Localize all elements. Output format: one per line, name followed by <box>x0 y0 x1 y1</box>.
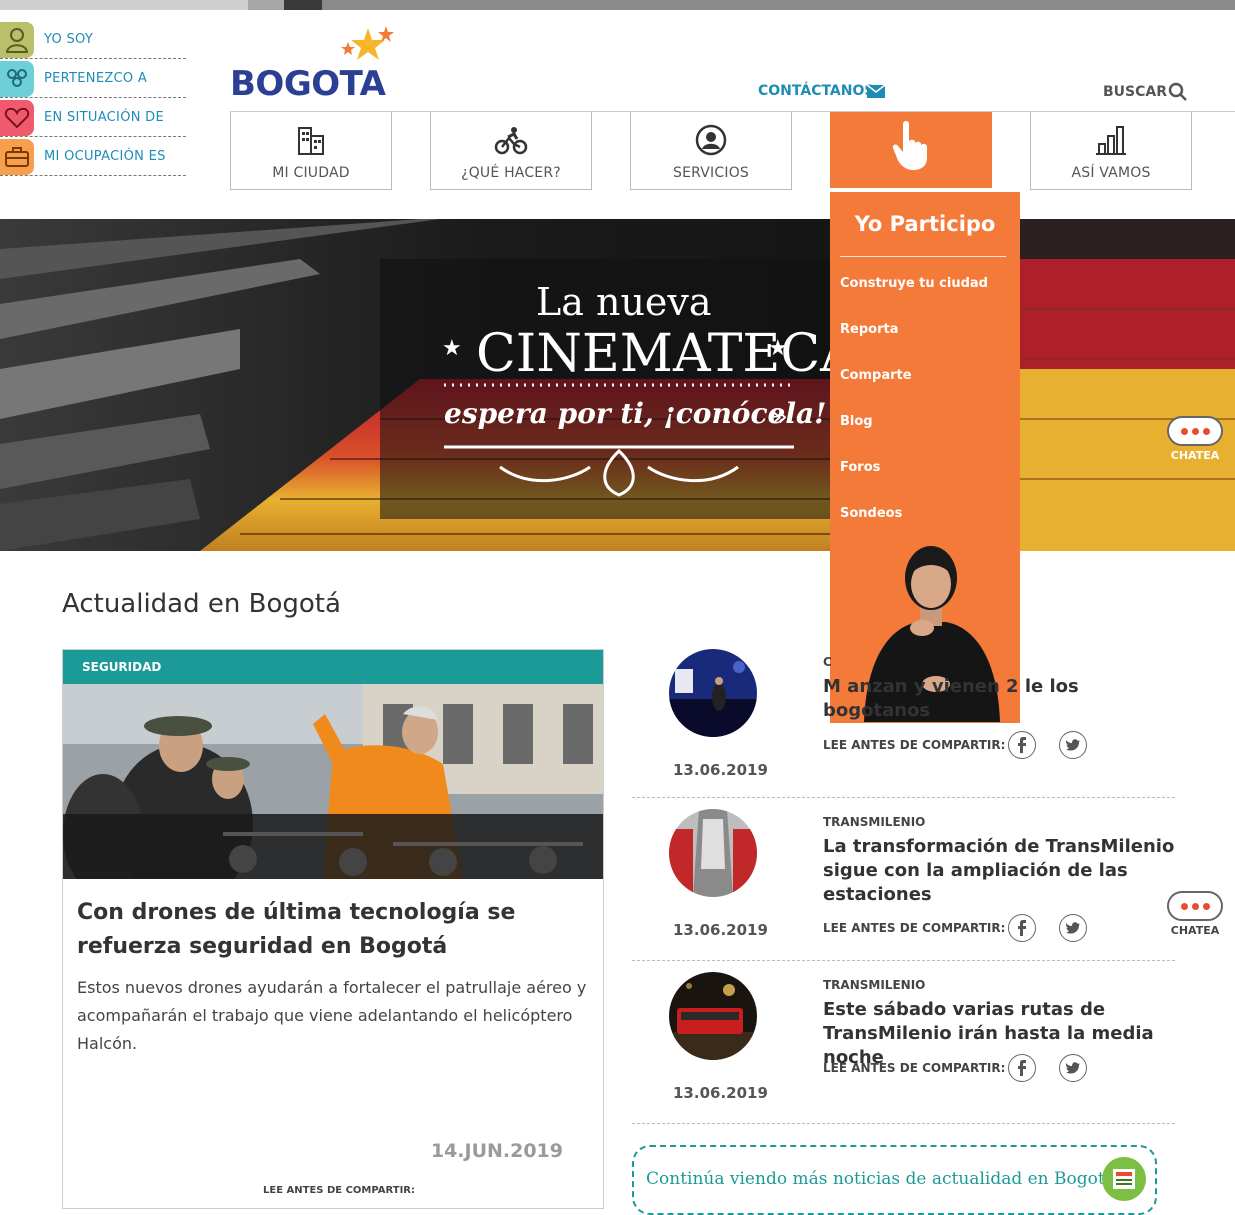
hero-line3: espera por ti, ¡conócela! <box>444 397 826 430</box>
hand-pointer-icon <box>831 120 991 170</box>
top-strip-segment <box>284 0 322 10</box>
nav-asi-vamos[interactable]: ASÍ VAMOS <box>1030 112 1192 190</box>
top-strip-segment <box>248 0 284 10</box>
drones-photo[interactable] <box>63 684 603 879</box>
buildings-icon <box>231 124 391 156</box>
nav-servicios[interactable]: SERVICIOS <box>630 112 792 190</box>
news-thumbnail[interactable] <box>669 649 757 737</box>
contact-link[interactable]: CONTÁCTANOS <box>758 83 874 99</box>
yo-participo-dropdown: Yo Participo Construye tu ciudad Reporta… <box>830 192 1020 723</box>
dropdown-item[interactable]: Comparte <box>840 368 912 383</box>
top-strip <box>0 0 1235 10</box>
news-thumbnail[interactable] <box>669 972 757 1060</box>
featured-summary: Estos nuevos drones ayudarán a fortalece… <box>77 978 587 1053</box>
nav-mi-ciudad[interactable]: MI CIUDAD <box>230 112 392 190</box>
featured-title[interactable]: Con drones de última tecnología se refue… <box>77 896 587 964</box>
share-label: LEE ANTES DE COMPARTIR: <box>263 1185 416 1196</box>
share-label: LEE ANTES DE COMPARTIR: <box>823 921 1006 935</box>
hero-line1: La nueva <box>536 280 712 324</box>
profile-label: PERTENEZCO A <box>44 71 148 86</box>
profile-label: MI OCUPACIÓN ES <box>44 149 166 164</box>
nav-que-hacer[interactable]: ¿QUÉ HACER? <box>430 112 592 190</box>
person-circle-icon <box>631 124 791 156</box>
news-divider <box>632 960 1175 961</box>
cinemateca-banner-image: La nueva CINEMATECA ★ ★ espera por ti, ¡… <box>0 219 1235 551</box>
dropdown-title: Yo Participo <box>854 212 996 236</box>
profile-link-yo-soy[interactable]: YO SOY <box>0 21 186 59</box>
mail-icon[interactable] <box>866 82 886 99</box>
svg-text:★: ★ <box>768 336 788 361</box>
news-title[interactable]: La transformación de TransMilenio sigue … <box>823 835 1175 907</box>
svg-text:»: » <box>772 402 788 432</box>
nav-label: ¿QUÉ HACER? <box>461 165 561 181</box>
chat-bubble-icon <box>1167 891 1223 921</box>
chat-bubble-icon <box>1167 416 1223 446</box>
nav-label: ASÍ VAMOS <box>1071 165 1151 181</box>
dropdown-item[interactable]: Construye tu ciudad <box>840 276 988 291</box>
chat-widget[interactable]: CHATEA <box>1166 416 1224 462</box>
person-icon <box>0 22 34 58</box>
news-category: TRANSMILENIO <box>823 815 926 829</box>
svg-text:★: ★ <box>442 336 462 361</box>
bar-chart-icon <box>1031 124 1191 156</box>
profile-label: EN SITUACIÓN DE <box>44 110 165 125</box>
twitter-icon[interactable] <box>1059 731 1087 759</box>
news-date: 13.06.2019 <box>673 921 768 939</box>
bicycle-icon <box>431 124 591 156</box>
briefcase-icon <box>0 139 34 175</box>
newspaper-icon <box>1102 1157 1146 1201</box>
news-title[interactable]: M anzan y vienen 2 le los bogotanos <box>823 675 1175 723</box>
logo-wordmark: BOGOTA <box>230 64 386 104</box>
hero-banner[interactable]: La nueva CINEMATECA ★ ★ espera por ti, ¡… <box>0 219 1235 551</box>
share-label: LEE ANTES DE COMPARTIR: <box>823 738 1006 752</box>
news-divider <box>632 797 1175 798</box>
profile-link-situacion[interactable]: EN SITUACIÓN DE <box>0 99 186 137</box>
featured-date: 14.JUN.2019 <box>430 1140 563 1162</box>
profile-label: YO SOY <box>44 32 94 47</box>
category-badge[interactable]: SEGURIDAD <box>63 650 603 684</box>
group-icon <box>0 61 34 97</box>
more-news-link[interactable]: Continúa viendo más noticias de actualid… <box>632 1145 1157 1215</box>
dropdown-divider <box>840 256 1006 257</box>
chat-label: CHATEA <box>1170 449 1220 462</box>
facebook-icon[interactable] <box>1008 731 1036 759</box>
bogota-logo[interactable]: BOGOTA <box>228 26 398 110</box>
news-title[interactable]: Este sábado varias rutas de TransMilenio… <box>823 998 1175 1070</box>
section-title: Actualidad en Bogotá <box>62 589 341 619</box>
nav-label: MI CIUDAD <box>272 165 350 181</box>
featured-news-card[interactable]: SEGURIDAD Con drones de última tecnologí… <box>62 649 604 1209</box>
chat-label: CHATEA <box>1170 924 1220 937</box>
dropdown-item[interactable]: Reporta <box>840 322 898 337</box>
search-icon[interactable] <box>1168 82 1188 102</box>
nav-label: SERVICIOS <box>672 165 749 181</box>
nav-yo-participo[interactable] <box>830 112 992 188</box>
share-label: LEE ANTES DE COMPARTIR: <box>823 1061 1006 1075</box>
facebook-icon[interactable] <box>1008 1054 1036 1082</box>
profile-link-pertenezco[interactable]: PERTENEZCO A <box>0 60 186 98</box>
heart-hands-icon <box>0 100 34 136</box>
facebook-icon[interactable] <box>1008 914 1036 942</box>
twitter-icon[interactable] <box>1059 914 1087 942</box>
top-strip-segment <box>0 0 248 10</box>
search-label[interactable]: BUSCAR <box>1103 84 1167 100</box>
news-divider <box>632 1123 1175 1124</box>
dropdown-item[interactable]: Foros <box>840 460 880 475</box>
news-category: TRANSMILENIO <box>823 978 926 992</box>
hero-line2: CINEMATECA <box>476 324 859 384</box>
news-category: C <box>823 655 832 669</box>
twitter-icon[interactable] <box>1059 1054 1087 1082</box>
profile-link-ocupacion[interactable]: MI OCUPACIÓN ES <box>0 138 186 176</box>
dropdown-item[interactable]: Sondeos <box>840 506 902 521</box>
news-date: 13.06.2019 <box>673 761 768 779</box>
dropdown-item[interactable]: Blog <box>840 414 873 429</box>
more-news-label: Continúa viendo más noticias de actualid… <box>646 1169 1115 1189</box>
news-thumbnail[interactable] <box>669 809 757 897</box>
news-date: 13.06.2019 <box>673 1084 768 1102</box>
